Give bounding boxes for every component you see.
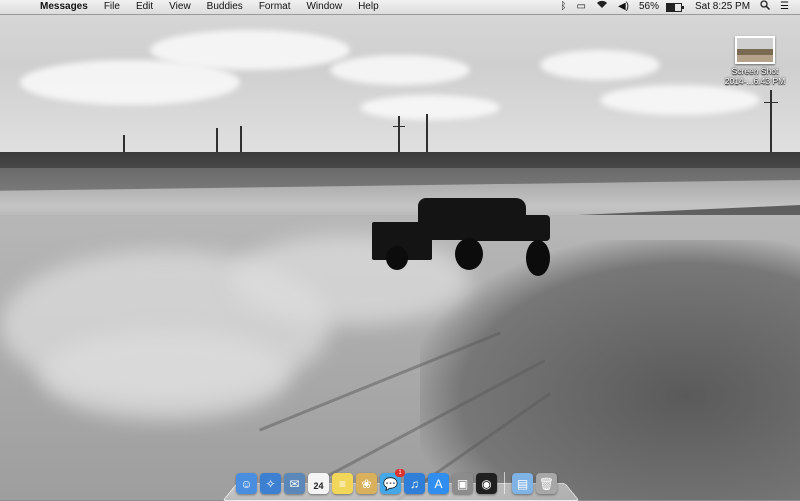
notification-center-icon[interactable]: ☰ — [775, 0, 794, 14]
notes-icon: ≡ — [338, 476, 346, 491]
truck-tire — [455, 238, 483, 270]
menu-edit[interactable]: Edit — [128, 0, 161, 14]
itunes-icon: ♫ — [410, 476, 419, 491]
menu-view[interactable]: View — [161, 0, 199, 14]
dock-downloads-folder[interactable]: ▤ — [512, 473, 533, 494]
mail-icon: ✉ — [289, 476, 300, 491]
messages-icon: 💬 — [383, 476, 398, 491]
dock-separator — [504, 472, 505, 494]
dock-messages[interactable]: 💬 1 — [380, 469, 405, 494]
dock-notes[interactable]: ≡ — [332, 473, 353, 494]
trash-icon: 🗑 — [538, 476, 555, 491]
dock-calendar[interactable]: 24 — [308, 473, 329, 494]
wallpaper-cloud — [600, 85, 760, 115]
photos-icon: ❀ — [361, 476, 372, 491]
safari-icon: ✧ — [265, 476, 276, 491]
menu-buddies[interactable]: Buddies — [199, 0, 251, 14]
wireless-icon: ◉ — [481, 476, 492, 491]
search-icon[interactable] — [755, 0, 775, 15]
battery-icon[interactable] — [666, 2, 684, 12]
dock-itunes[interactable]: ♫ — [404, 473, 425, 494]
clock[interactable]: Sat 8:25 PM — [690, 0, 755, 14]
dust-cloud — [230, 235, 470, 325]
bluetooth-icon[interactable]: ᛒ — [556, 0, 572, 14]
dock-trash[interactable]: 🗑 — [536, 473, 557, 494]
dock: ☺ ✧ ✉ 24 ≡ ❀ 💬 1 ♫ A ▣ ◉ ▤ 🗑 — [222, 469, 580, 501]
preview-icon: ▣ — [456, 476, 469, 491]
file-name-line1: Screen Shot — [731, 66, 779, 76]
wifi-icon[interactable] — [591, 0, 613, 14]
wallpaper-cloud — [540, 50, 660, 80]
menu-window[interactable]: Window — [298, 0, 350, 14]
truck-tire — [526, 240, 550, 276]
menu-help[interactable]: Help — [350, 0, 387, 14]
airplay-icon[interactable]: ▭ — [572, 0, 591, 14]
file-thumbnail-icon — [735, 36, 775, 64]
wallpaper-cloud — [20, 60, 240, 105]
truck-hood — [470, 215, 550, 241]
wallpaper-cloud — [330, 55, 470, 85]
dock-app-store[interactable]: A — [428, 473, 449, 494]
dock-finder[interactable]: ☺ — [236, 473, 257, 494]
battery-percent[interactable]: 56% — [634, 0, 664, 14]
menu-app-name[interactable]: Messages — [32, 0, 96, 14]
folder-icon: ▤ — [516, 476, 529, 491]
file-name-line2: 2014-...6.43 PM — [724, 76, 786, 86]
menu-file[interactable]: File — [96, 0, 128, 14]
dock-photos[interactable]: ❀ — [356, 473, 377, 494]
volume-icon[interactable]: ◀) — [613, 0, 634, 14]
wallpaper-cloud — [360, 95, 500, 120]
dock-safari[interactable]: ✧ — [260, 473, 281, 494]
calendar-icon: 24 — [313, 480, 324, 491]
wallpaper-rough-ground — [420, 240, 800, 500]
desktop-file-screenshot[interactable]: Screen Shot 2014-...6.43 PM — [722, 36, 788, 86]
dock-items: ☺ ✧ ✉ 24 ≡ ❀ 💬 1 ♫ A ▣ ◉ ▤ 🗑 — [236, 469, 557, 494]
menu-format[interactable]: Format — [251, 0, 299, 14]
power-pole-crossbar — [393, 126, 405, 127]
dock-wireless-app[interactable]: ◉ — [476, 473, 497, 494]
dust-cloud — [40, 330, 290, 420]
truck-tire — [386, 246, 408, 270]
dock-mail[interactable]: ✉ — [284, 473, 305, 494]
app-store-icon: A — [434, 476, 443, 491]
dock-preview[interactable]: ▣ — [452, 473, 473, 494]
menu-bar: Messages File Edit View Buddies Format W… — [0, 0, 800, 15]
power-pole-crossbar — [764, 102, 778, 103]
desktop-wallpaper — [0, 0, 800, 500]
finder-icon: ☺ — [240, 476, 253, 491]
